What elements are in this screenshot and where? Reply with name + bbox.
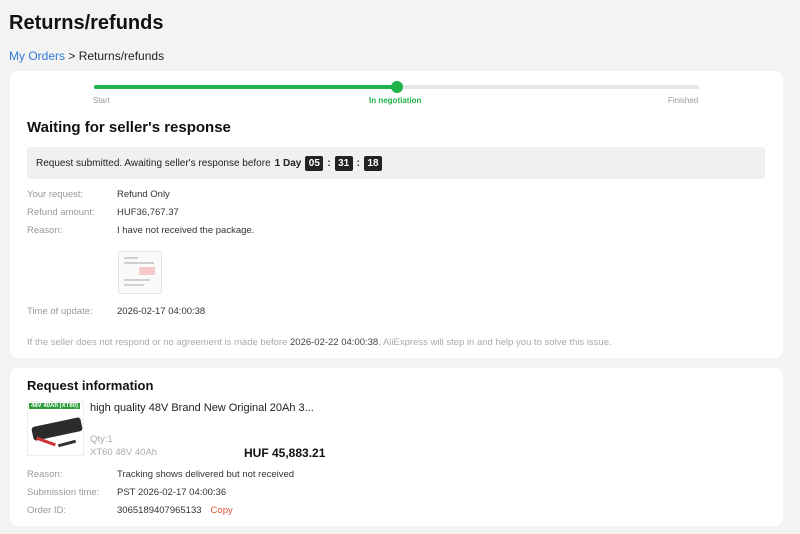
product-image[interactable]: 48V 40Ah (XT60) — [27, 401, 84, 456]
time-of-update-label: Time of update: — [27, 306, 93, 317]
request-info-heading: Request information — [27, 378, 154, 393]
step-finished-label: Finished — [668, 96, 699, 105]
footnote-after: , AliExpress will step in and help you t… — [378, 337, 612, 348]
product-qty: Qty:1 — [90, 434, 113, 445]
step-negotiation-label: In negotiation — [369, 96, 422, 105]
progress-fill — [94, 85, 397, 89]
progress-current-dot — [390, 81, 403, 93]
countdown-minutes: 31 — [334, 155, 353, 171]
reason-row: Reason: I have not received the package. — [27, 225, 254, 236]
countdown-days: 1 Day — [274, 157, 302, 169]
notice-text: Request submitted. Awaiting seller's res… — [36, 157, 271, 169]
countdown-seconds: 18 — [364, 155, 383, 171]
info-reason-label: Reason: — [27, 469, 63, 480]
submission-time-row: Submission time: PST 2026-02-17 04:00:36 — [27, 487, 226, 498]
footnote-date: 2026-02-22 04:00:38 — [290, 337, 379, 348]
your-request-value: Refund Only — [117, 189, 170, 200]
your-request-label: Your request: — [27, 189, 84, 200]
footnote-before: If the seller does not respond or no agr… — [27, 337, 290, 348]
refund-amount-row: Refund amount: HUF36,767.37 — [27, 207, 179, 218]
order-id-label: Order ID: — [27, 505, 67, 516]
evidence-thumbnail[interactable] — [118, 251, 162, 294]
thumb-line — [124, 279, 150, 281]
copy-order-id-button[interactable]: Copy — [211, 505, 233, 516]
breadcrumb-current: Returns/refunds — [78, 49, 165, 63]
order-id-value: 3065189407965133 — [117, 505, 202, 516]
thumb-line — [124, 262, 154, 264]
request-information-card: Request information 48V 40Ah (XT60) high… — [10, 368, 783, 526]
escalation-footnote: If the seller does not respond or no agr… — [27, 337, 612, 348]
info-reason-value: Tracking shows delivered but not receive… — [117, 469, 295, 480]
submission-time-label: Submission time: — [27, 487, 100, 498]
thumb-line — [124, 284, 144, 286]
countdown-notice: Request submitted. Awaiting seller's res… — [27, 147, 765, 179]
breadcrumb-separator: > — [65, 49, 79, 63]
reason-value: I have not received the package. — [117, 225, 255, 236]
product-title[interactable]: high quality 48V Brand New Original 20Ah… — [90, 402, 314, 414]
breadcrumb: My Orders > Returns/refunds — [9, 49, 164, 63]
wire-graphic — [57, 439, 77, 448]
thumb-line — [124, 257, 138, 259]
thumb-highlight — [139, 267, 155, 275]
time-of-update-value: 2026-02-17 04:00:38 — [117, 306, 206, 317]
order-id-row: Order ID: 3065189407965133 Copy — [27, 505, 233, 516]
submission-time-value: PST 2026-02-17 04:00:36 — [117, 487, 227, 498]
countdown-colon: : — [327, 157, 331, 169]
product-price: HUF 45,883.21 — [244, 446, 326, 460]
countdown-colon: : — [356, 157, 361, 169]
product-badge: 48V 40Ah (XT60) — [29, 403, 81, 409]
time-of-update-row: Time of update: 2026-02-17 04:00:38 — [27, 306, 205, 317]
product-variant: XT60 48V 40Ah — [90, 447, 158, 458]
refund-status-card: Start In negotiation Finished Waiting fo… — [10, 71, 783, 358]
refund-amount-label: Refund amount: — [27, 207, 95, 218]
refund-amount-value: HUF36,767.37 — [117, 207, 179, 218]
your-request-row: Your request: Refund Only — [27, 189, 170, 200]
page-title: Returns/refunds — [9, 12, 164, 34]
countdown-hours: 05 — [305, 155, 324, 171]
reason-label: Reason: — [27, 225, 63, 236]
step-start-label: Start — [93, 96, 110, 105]
status-heading: Waiting for seller's response — [27, 119, 231, 136]
info-reason-row: Reason: Tracking shows delivered but not… — [27, 469, 294, 480]
breadcrumb-my-orders-link[interactable]: My Orders — [9, 49, 65, 63]
progress-track — [94, 81, 699, 93]
